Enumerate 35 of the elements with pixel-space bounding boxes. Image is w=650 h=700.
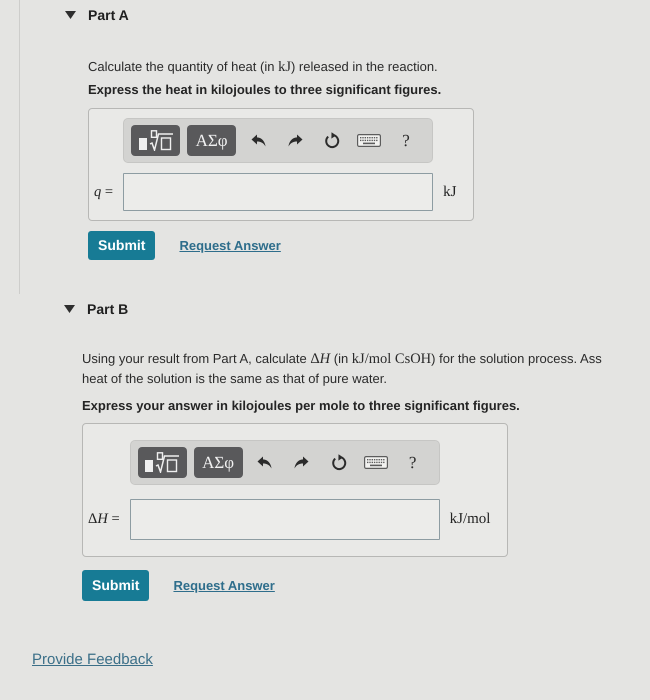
instruction-text: Express the heat in kilojoules to three significant figures. bbox=[88, 81, 442, 99]
help-button[interactable]: ? bbox=[391, 125, 422, 156]
undo-arrow-icon bbox=[250, 134, 266, 147]
reset-icon bbox=[330, 454, 347, 471]
keyboard-icon bbox=[357, 134, 382, 147]
help-button[interactable]: ? bbox=[398, 447, 428, 478]
square-root-template-icon bbox=[138, 130, 173, 151]
reset-icon bbox=[324, 132, 340, 149]
submit-button[interactable]: Submit bbox=[82, 570, 150, 601]
symbols-button[interactable]: ΑΣφ bbox=[194, 447, 243, 478]
redo-arrow-icon bbox=[294, 456, 310, 469]
instruction-text: Express your answer in kilojoules per mole to three significant figures. bbox=[82, 397, 521, 415]
square-root-template-icon bbox=[145, 452, 180, 473]
question-text: Using your result from Part A, calculate ΔH (in kJ/mol CsOH) for the solution process. Ass heat of the solution is the same as that of pure water. bbox=[82, 350, 603, 388]
redo-arrow-icon bbox=[288, 134, 303, 147]
variable-label: q = bbox=[94, 182, 114, 202]
keyboard-icon bbox=[364, 456, 388, 469]
undo-arrow-icon bbox=[257, 456, 272, 469]
variable-label: ΔH = bbox=[88, 510, 120, 530]
question-text: Calculate the quantity of heat (in kJ) released in the reaction. bbox=[88, 58, 439, 77]
symbols-button[interactable]: ΑΣφ bbox=[187, 125, 236, 156]
provide-feedback-link[interactable]: Provide Feedback bbox=[32, 651, 153, 668]
unit-label: kJ bbox=[443, 182, 456, 202]
caret-icon[interactable] bbox=[64, 305, 75, 313]
template-button[interactable] bbox=[138, 447, 187, 478]
template-button[interactable] bbox=[131, 125, 180, 156]
caret-icon[interactable] bbox=[65, 11, 76, 19]
request-answer-link[interactable]: Request Answer bbox=[179, 236, 281, 256]
part-title: Part B bbox=[87, 300, 128, 318]
request-answer-link[interactable]: Request Answer bbox=[173, 576, 275, 596]
answer-input[interactable] bbox=[130, 499, 440, 540]
submit-button[interactable]: Submit bbox=[88, 231, 156, 260]
unit-label: kJ/mol bbox=[450, 510, 490, 530]
answer-input[interactable] bbox=[123, 173, 434, 211]
part-title: Part A bbox=[88, 6, 129, 24]
